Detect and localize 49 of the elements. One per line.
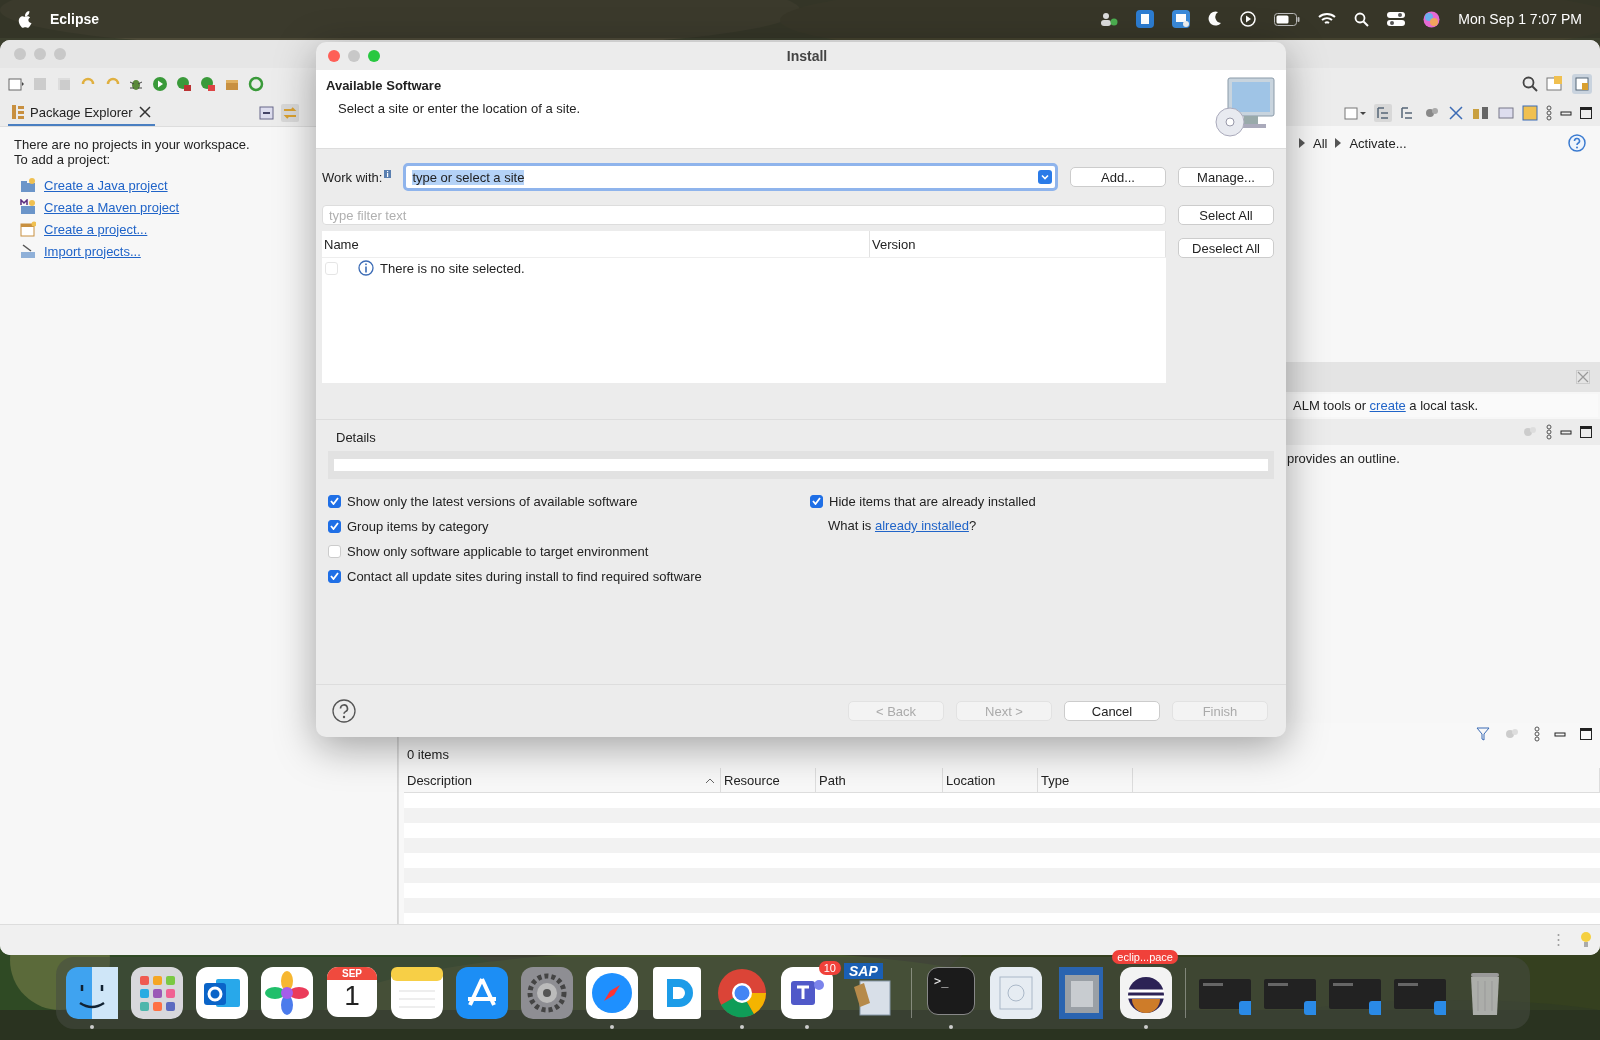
button[interactable]: Select All [1178,205,1274,225]
option-label: Contact all update sites during install to find required software [347,568,702,584]
logo-text: SAP [844,963,883,979]
column-header[interactable]: Name [322,231,870,257]
notification-badge: eclip...pace [1112,950,1178,964]
filter-link[interactable]: Activate... [1349,135,1407,151]
link[interactable]: Create a project... [44,221,148,237]
section-label: Details [335,429,377,445]
app-name[interactable]: Eclipse [50,11,100,27]
button[interactable]: Add... [1070,167,1166,187]
item-count: 0 items [406,746,450,764]
column-header[interactable]: Path [816,768,943,792]
calendar-icon[interactable]: SEP 1 [327,967,377,1017]
view-tab[interactable]: Package Explorer [8,100,155,126]
option-label: Group items by category [347,518,489,534]
message-text: To add a project: [14,152,112,167]
filter-link[interactable]: All [1313,135,1328,151]
empty-message: There is no site selected. [380,260,525,276]
message-text: There are no projects in your workspace. [14,137,251,152]
field-label: Work with: [322,169,383,185]
filter-field[interactable]: type filter text [322,205,1166,225]
question-text: What is already installed? [827,518,978,533]
day-number: 1 [344,980,360,1012]
button[interactable]: Deselect All [1178,238,1274,258]
section-heading: Available Software [326,78,443,93]
link[interactable]: Import projects... [44,243,141,259]
clock[interactable]: Mon Sep 1 7:07 PM [1458,11,1582,27]
column-header[interactable]: Type [1038,768,1133,792]
site-combo-box[interactable]: type or select a site [403,163,1058,191]
column-header[interactable]: Location [943,768,1038,792]
button[interactable]: Cancel [1064,701,1160,721]
tab-label: Package Explorer [30,104,133,120]
link[interactable]: create [1369,398,1406,413]
terminal-icon[interactable]: >_ [927,967,975,1015]
button[interactable]: Manage... [1178,167,1274,187]
link[interactable]: already installed [874,518,969,533]
column-header[interactable]: Description [404,768,721,792]
header-label: Description [407,772,473,788]
dialog-title: Install [785,48,829,64]
option-label: Show only the latest versions of available software [347,493,638,509]
option-label: Hide items that are already installed [829,493,1036,509]
link[interactable]: Create a Maven project [44,199,180,215]
option-label: Show only software applicable to target environment [347,543,649,559]
section-subtitle: Select a site or enter the location of a site. [338,101,581,116]
month-label: SEP [327,967,377,980]
column-header[interactable]: Version [870,231,1166,257]
column-header[interactable]: Resource [721,768,816,792]
message-text: provides an outline. [1286,450,1401,468]
link[interactable]: Create a Java project [44,177,168,193]
